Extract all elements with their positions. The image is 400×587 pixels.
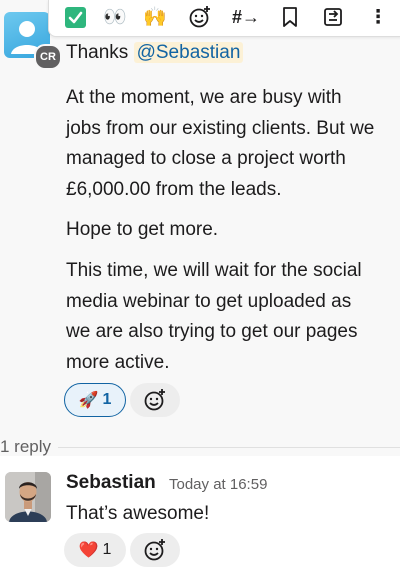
add-reaction-icon — [189, 6, 210, 28]
reply-text: That’s awesome! — [66, 503, 210, 524]
rocket-icon: 🚀 — [78, 392, 99, 409]
save-for-later-button[interactable] — [276, 4, 304, 30]
message-paragraph: At the moment, we are busy with jobs fro… — [66, 87, 375, 200]
add-reaction-button[interactable] — [130, 383, 180, 417]
message-first-line: Thanks @Sebastian — [66, 40, 244, 66]
reply-count[interactable]: 1 reply — [0, 437, 51, 457]
thread-divider — [58, 447, 400, 448]
more-actions-icon: ⋮ — [368, 6, 388, 28]
reply-author-name[interactable]: Sebastian — [66, 472, 156, 494]
thanks-text: Thanks — [66, 42, 129, 63]
message-paragraph: Hope to get more. — [66, 219, 219, 240]
reply-timestamp[interactable]: Today at 16:59 — [169, 476, 267, 493]
forward-button[interactable] — [319, 4, 347, 30]
heart-reaction[interactable]: ❤️ 1 — [64, 533, 126, 567]
reaction-count: 1 — [102, 541, 112, 558]
avatar-initials-badge: CR — [34, 44, 62, 70]
message-paragraph: This time, we will wait for the social m… — [66, 260, 362, 373]
rocket-reaction[interactable]: 🚀 1 — [64, 383, 126, 417]
add-reaction-button[interactable] — [186, 4, 214, 30]
eyes-icon: 👀 — [103, 7, 127, 28]
forward-icon — [324, 8, 342, 26]
add-reaction-icon — [144, 539, 165, 561]
more-actions-button[interactable]: ⋮ — [364, 4, 392, 30]
add-reaction-button[interactable] — [130, 533, 180, 567]
raised-hands-icon: 🙌 — [143, 7, 167, 28]
sebastian-avatar[interactable] — [5, 472, 51, 522]
check-mark-icon — [64, 6, 86, 28]
reaction-count: 1 — [102, 391, 112, 408]
user-mention[interactable]: @Sebastian — [133, 42, 244, 63]
reply-in-thread-button[interactable]: #→ — [232, 4, 260, 30]
heart-icon: ❤️ — [78, 542, 99, 559]
bookmark-icon — [283, 7, 297, 27]
add-reaction-icon — [144, 389, 165, 411]
raised-hands-reaction-button[interactable]: 🙌 — [141, 4, 169, 30]
eyes-reaction-button[interactable]: 👀 — [101, 4, 129, 30]
check-mark-reaction-button[interactable] — [61, 4, 89, 30]
reply-in-thread-icon: #→ — [232, 6, 261, 27]
message-actions-toolbar: 👀 🙌 #→ ⋮ — [48, 0, 400, 37]
